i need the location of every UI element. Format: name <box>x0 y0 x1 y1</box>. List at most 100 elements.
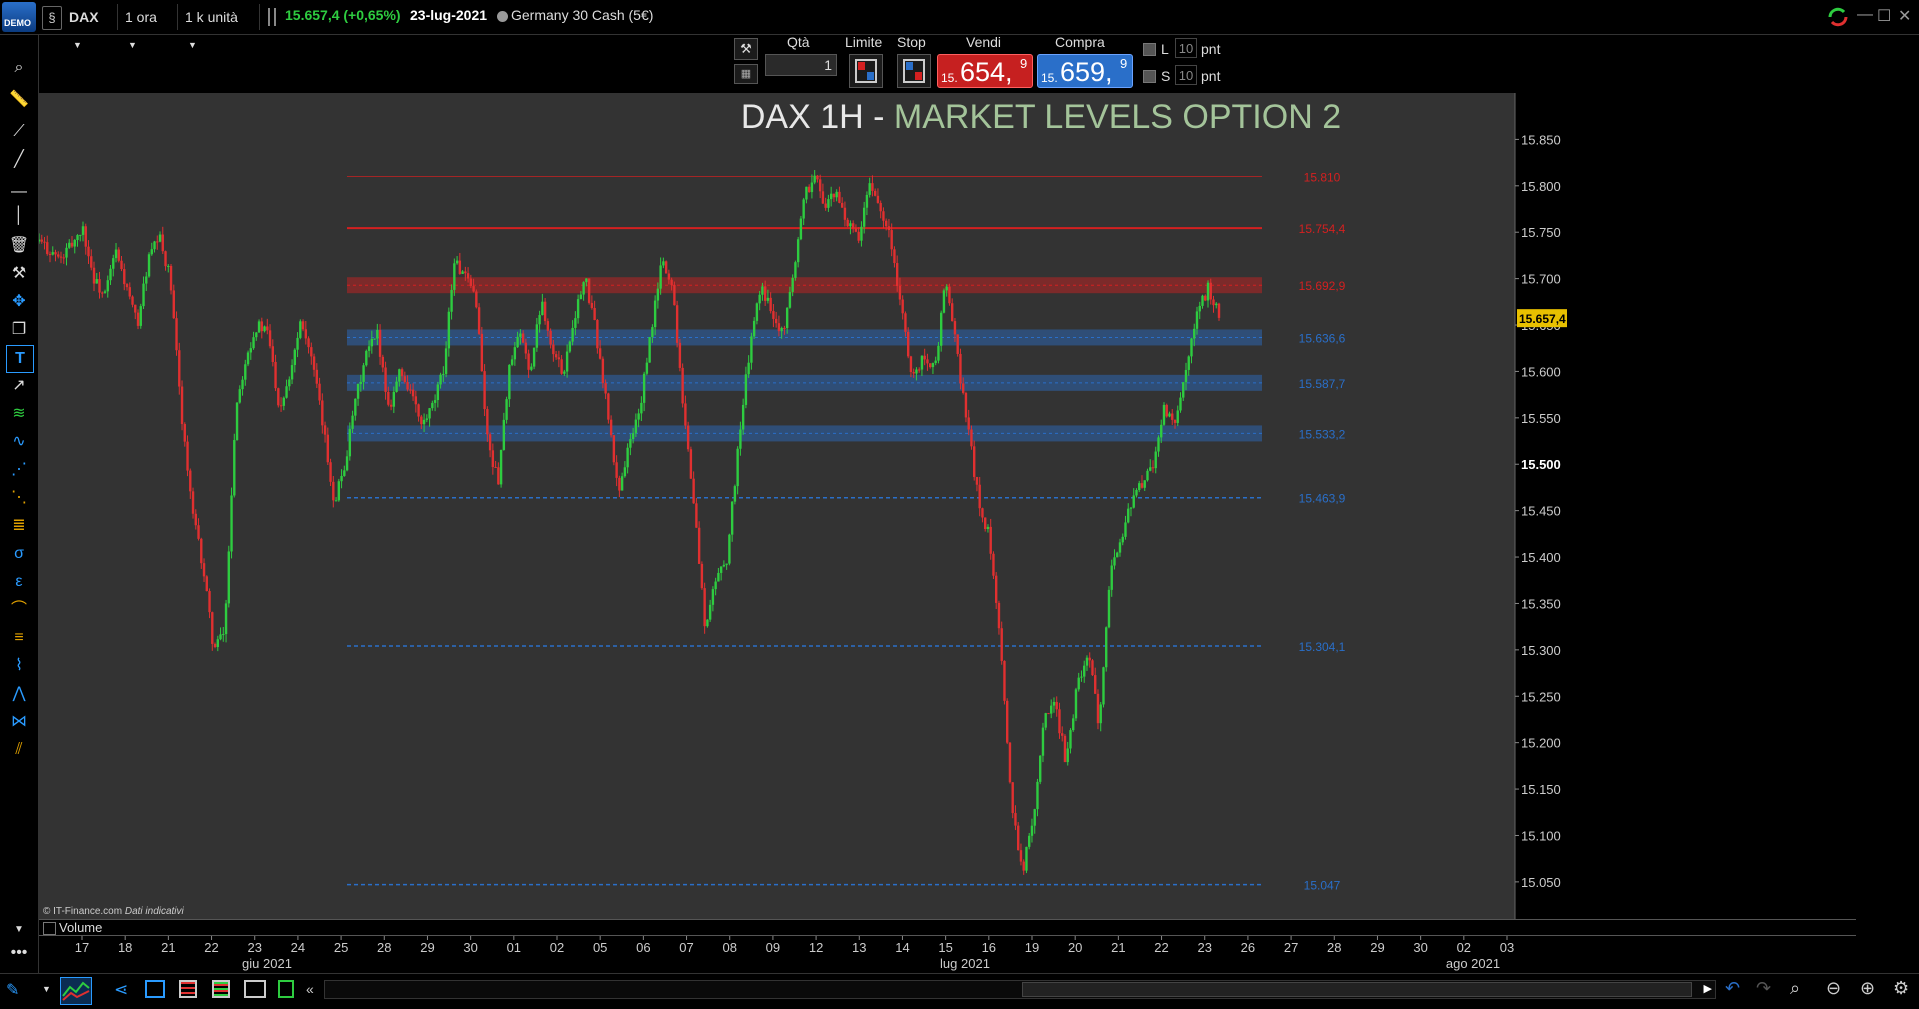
candle-body <box>389 404 393 407</box>
keypad-icon[interactable]: ▦ <box>734 64 758 84</box>
candle-body <box>890 230 893 250</box>
candle-body <box>158 234 162 242</box>
chevron-down-icon[interactable]: ▼ <box>42 984 51 994</box>
scrollbar[interactable]: ▶ <box>324 980 1716 999</box>
buy-button[interactable]: 15. 659, 9 <box>1037 54 1133 88</box>
units-select[interactable]: 1 k unità ▼ <box>179 4 257 50</box>
candle-body <box>1014 813 1017 826</box>
candle-body <box>51 252 54 255</box>
elliott-wave-icon[interactable]: ⌇ <box>6 653 32 679</box>
move-icon[interactable]: ✥ <box>6 289 32 315</box>
s-checkbox[interactable] <box>1143 70 1156 83</box>
chart-type-icon[interactable] <box>60 977 92 1005</box>
sync-icon[interactable] <box>1826 5 1850 29</box>
x-tick-label: 07 <box>679 940 693 955</box>
s-points-field[interactable]: 10 <box>1175 65 1197 85</box>
abc-pattern-icon[interactable]: ⋀ <box>6 681 32 707</box>
candle-body <box>46 242 49 254</box>
time-axis: 17 18 21 22 23 24 25 28 29 30 01 02 05 06 07 08 09 12 13 14… <box>39 935 1856 972</box>
share-icon[interactable]: ⋖ <box>114 980 128 1000</box>
fibonacci-extension-icon[interactable]: ⫽ <box>6 737 32 763</box>
fibonacci-fan-icon[interactable]: ⋱ <box>6 485 32 511</box>
volume-checkbox[interactable] <box>43 922 56 935</box>
tools-icon[interactable]: ⚒ <box>6 261 32 287</box>
gann-tool-icon[interactable]: ⋰ <box>6 457 32 483</box>
undo-icon[interactable]: ↶ <box>1725 978 1740 999</box>
candle-body <box>736 448 739 487</box>
windows-icon[interactable] <box>145 980 165 998</box>
candle-body <box>310 347 313 357</box>
scrollbar-thumb[interactable] <box>1022 982 1692 997</box>
qty-input[interactable] <box>765 54 837 76</box>
search-icon[interactable]: ⌕ <box>6 55 32 81</box>
zoom-fit-icon[interactable]: ⌕ <box>1790 978 1800 999</box>
channel-tool-icon[interactable]: ≋ <box>6 401 32 427</box>
candle-body <box>279 405 283 407</box>
stop-order-button[interactable] <box>897 54 931 88</box>
fibonacci-time-icon[interactable]: ≡ <box>6 625 32 651</box>
sigma-tool-icon[interactable]: σ <box>6 541 32 567</box>
candle-body <box>640 402 643 414</box>
sell-button[interactable]: 15. 654, 9 <box>937 54 1033 88</box>
candle-body <box>832 193 836 198</box>
settings-icon[interactable]: ⚙ <box>1893 978 1909 999</box>
candle-body <box>161 234 164 252</box>
redo-icon[interactable]: ↷ <box>1756 978 1771 999</box>
orders-icon[interactable] <box>212 980 230 998</box>
y-tick-label: 15.600 <box>1521 364 1561 379</box>
more-icon[interactable]: ••• <box>6 940 32 966</box>
fibonacci-retracement-icon[interactable]: ≣ <box>6 513 32 539</box>
wave-tool-icon[interactable]: ∿ <box>6 429 32 455</box>
fibonacci-arc-icon[interactable]: ⌒ <box>6 597 32 623</box>
timeframe-select[interactable]: 1 ora ▼ <box>119 4 175 50</box>
l-points-field[interactable]: 10 <box>1175 38 1197 58</box>
link-icon[interactable]: § <box>42 6 62 30</box>
candle-body <box>483 371 486 410</box>
copy-icon[interactable]: ❐ <box>6 317 32 343</box>
scroll-right-icon[interactable]: ▶ <box>1704 982 1712 995</box>
candle-body <box>175 318 178 351</box>
candle-body <box>222 634 225 636</box>
trendline-tool-icon[interactable]: ╱ <box>6 147 32 173</box>
zoom-in-icon[interactable]: ⊕ <box>1860 978 1875 999</box>
zoom-out-icon[interactable]: ⊖ <box>1826 978 1841 999</box>
close-icon[interactable]: ✕ <box>1898 6 1911 26</box>
scroll-left-icon[interactable]: « <box>306 981 314 997</box>
candle-body <box>926 359 929 364</box>
trash-icon[interactable]: 🗑 <box>6 233 32 259</box>
l-checkbox[interactable] <box>1143 43 1156 56</box>
epsilon-tool-icon[interactable]: ε <box>6 569 32 595</box>
candle-body <box>521 333 525 343</box>
draw-icon[interactable]: ✎ <box>6 980 28 1002</box>
buy-price: 659, <box>1060 57 1113 87</box>
price-chart[interactable]: DAX 1H - MARKET LEVELS OPTION 2 15.810 15… <box>39 93 1856 919</box>
candle-body <box>1077 677 1080 690</box>
pattern-tool-icon[interactable]: ⋈ <box>6 709 32 735</box>
ruler-icon[interactable]: 📏 <box>6 87 32 113</box>
info-icon[interactable] <box>265 8 277 26</box>
vertical-line-icon[interactable]: │ <box>6 203 32 229</box>
candle-body <box>1182 382 1185 398</box>
portfolio-icon[interactable] <box>179 980 197 998</box>
arrow-tool-icon[interactable]: ↗ <box>6 373 32 399</box>
level-label: 15.533,2 <box>1299 427 1346 441</box>
minimize-icon[interactable]: — <box>1857 6 1873 24</box>
x-tick-label: 21 <box>161 940 175 955</box>
segment-tool-icon[interactable]: ⟋ <box>6 119 32 145</box>
symbol-select[interactable]: DAX ▼ <box>63 4 115 50</box>
limit-order-button[interactable] <box>849 54 883 88</box>
candle-body <box>717 572 720 582</box>
maximize-icon[interactable]: ☐ <box>1877 6 1891 26</box>
candle-body <box>802 199 805 219</box>
screen-icon[interactable] <box>244 980 266 998</box>
wrench-icon[interactable]: ⚒ <box>734 38 758 60</box>
horizontal-line-icon[interactable]: — <box>6 179 32 205</box>
candle-body <box>180 386 184 425</box>
calculator-icon[interactable] <box>278 980 294 998</box>
text-tool-icon[interactable]: T <box>6 345 34 373</box>
candle-body <box>860 226 863 241</box>
candle-body <box>763 286 767 301</box>
y-tick-label: 15.700 <box>1521 272 1561 287</box>
app-logo: DEMO <box>2 2 36 32</box>
candle-body <box>183 424 186 442</box>
